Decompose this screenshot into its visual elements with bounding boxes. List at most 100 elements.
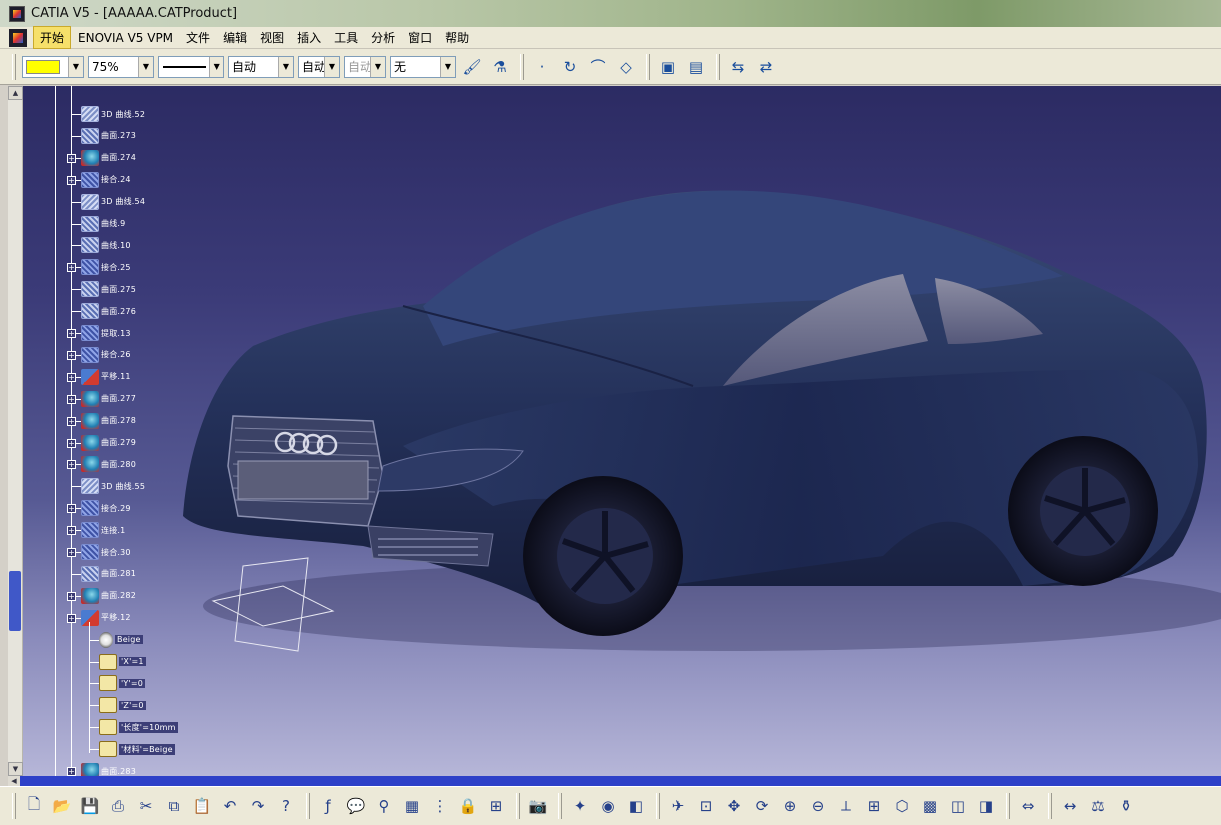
toolbar-grip[interactable]	[558, 793, 562, 819]
product-icon[interactable]: ▣	[656, 55, 680, 79]
save-icon[interactable]: 💾	[78, 794, 102, 818]
scroll-down-icon[interactable]: ▼	[8, 762, 23, 776]
scroll-up-icon[interactable]: ▲	[8, 86, 23, 100]
expand-icon[interactable]: +	[67, 416, 76, 426]
sphere-icon[interactable]: ◉	[596, 794, 620, 818]
zoom-out-icon[interactable]: ⊖	[806, 794, 830, 818]
pan-icon[interactable]: ✥	[722, 794, 746, 818]
toolbar-grip[interactable]	[306, 793, 310, 819]
chevron-down-icon[interactable]: ▼	[440, 56, 455, 77]
catia-menu-icon[interactable]	[9, 28, 27, 47]
toolbar-grip[interactable]	[520, 53, 524, 80]
tree-node[interactable]: 曲面.283	[81, 763, 136, 776]
normal-view-icon[interactable]: ⟂	[834, 794, 858, 818]
tree-node[interactable]: 提取.13	[81, 325, 131, 341]
rotate-icon[interactable]: ⟳	[750, 794, 774, 818]
painter-icon[interactable]: 🖌	[460, 55, 484, 79]
tree-node[interactable]: 曲面.275	[81, 281, 136, 298]
table-icon[interactable]: ▦	[400, 794, 424, 818]
scroll-thumb[interactable]	[9, 571, 21, 631]
tree-node[interactable]: 3D 曲线.54	[81, 193, 145, 210]
toolbar-grip[interactable]	[1048, 793, 1052, 819]
swap-space-icon[interactable]: ◨	[974, 794, 998, 818]
render-style-select[interactable]: 自动 ▼	[344, 55, 386, 78]
toolbar-grip[interactable]	[646, 53, 650, 80]
tree-node[interactable]: 曲面.276	[81, 303, 136, 320]
tree-node[interactable]: 接合.25	[81, 259, 131, 276]
tree-node[interactable]: 曲面.282	[81, 587, 136, 604]
tree-node[interactable]: 接合.30	[81, 544, 131, 560]
paste-icon[interactable]: 📋	[190, 794, 214, 818]
tree-child-node[interactable]: 'Y'=0	[99, 675, 146, 692]
arc-icon[interactable]: ⌒	[586, 55, 610, 79]
tree-node[interactable]: 曲面.280	[81, 456, 136, 473]
expand-icon[interactable]: +	[67, 438, 76, 448]
tree-node[interactable]: 曲面.278	[81, 412, 136, 429]
measure-icon[interactable]: ⇔	[1016, 794, 1040, 818]
menu-help[interactable]: 帮助	[439, 27, 475, 48]
line-type-select[interactable]: ▼	[158, 55, 224, 78]
tree-child-node[interactable]: 'Z'=0	[99, 697, 146, 714]
expand-icon[interactable]: +	[67, 613, 76, 623]
expand-icon[interactable]: +	[67, 460, 76, 470]
tree-node[interactable]: 3D 曲线.55	[81, 478, 145, 495]
expand-icon[interactable]: +	[67, 153, 76, 163]
expand-icon[interactable]: +	[67, 548, 76, 557]
swap-view-2-icon[interactable]: ⇄	[754, 55, 778, 79]
tree-node[interactable]: 曲面.279	[81, 434, 136, 451]
measure-between-icon[interactable]: ↔	[1058, 794, 1082, 818]
inertia-icon[interactable]: ⚱	[1114, 794, 1138, 818]
camera-icon[interactable]: 📷	[526, 794, 550, 818]
pin-icon[interactable]: ⚲	[372, 794, 396, 818]
expand-icon[interactable]: +	[67, 175, 76, 185]
tree-node[interactable]: 平移.11	[81, 368, 131, 385]
tree-child-node[interactable]: Beige	[99, 631, 143, 648]
eraser-icon[interactable]: ◇	[614, 55, 638, 79]
new-file-icon[interactable]: 🗋	[22, 794, 46, 818]
material-icon[interactable]: ⚗	[488, 55, 512, 79]
tree-child-node[interactable]: 'X'=1	[99, 653, 146, 670]
render-icon[interactable]: ✦	[568, 794, 592, 818]
menu-file[interactable]: 文件	[180, 27, 216, 48]
undo-icon[interactable]: ↶	[218, 794, 242, 818]
layer-select[interactable]: 无 ▼	[390, 55, 456, 78]
expand-icon[interactable]: +	[67, 504, 76, 514]
menu-start[interactable]: 开始	[33, 26, 72, 49]
menu-view[interactable]: 视图	[254, 27, 290, 48]
3d-viewport[interactable]: 3D 曲线.52 曲面.273 + 曲面.274 + 接合.24 3D 曲线.54 曲线.9 曲…	[23, 86, 1221, 776]
shading-icon[interactable]: ▩	[918, 794, 942, 818]
tree-child-node[interactable]: '长度'=10mm	[99, 719, 178, 736]
formula-icon[interactable]: ƒ	[316, 794, 340, 818]
part-icon[interactable]: ▤	[684, 55, 708, 79]
chevron-down-icon[interactable]: ▼	[370, 56, 385, 77]
toolbar-grip[interactable]	[12, 53, 16, 80]
tree-node[interactable]: 3D 曲线.52	[81, 106, 145, 122]
zoom-in-icon[interactable]: ⊕	[778, 794, 802, 818]
tree-node[interactable]: 曲面.274	[81, 149, 136, 166]
scroll-left-icon[interactable]: ◀	[8, 776, 20, 786]
cut-icon[interactable]: ✂	[134, 794, 158, 818]
curve-icon[interactable]: ↻	[558, 55, 582, 79]
redo-icon[interactable]: ↷	[246, 794, 270, 818]
chevron-down-icon[interactable]: ▼	[138, 56, 153, 77]
horizontal-scrollbar[interactable]: ◀	[8, 776, 1221, 786]
tree-node[interactable]: 接合.26	[81, 346, 131, 363]
chevron-down-icon[interactable]: ▼	[324, 56, 339, 77]
open-folder-icon[interactable]: 📂	[50, 794, 74, 818]
catalog-icon[interactable]: ◧	[624, 794, 648, 818]
expand-icon[interactable]: +	[67, 350, 76, 360]
measure-item-icon[interactable]: ⚖	[1086, 794, 1110, 818]
copy-icon[interactable]: ⧉	[162, 794, 186, 818]
expand-icon[interactable]: +	[67, 372, 76, 382]
toolbar-grip[interactable]	[656, 793, 660, 819]
point-icon[interactable]: ·	[530, 55, 554, 79]
expand-icon[interactable]: +	[67, 329, 76, 338]
parameters-icon[interactable]: ⊞	[484, 794, 508, 818]
fit-all-icon[interactable]: ⊡	[694, 794, 718, 818]
tree-node[interactable]: 接合.29	[81, 500, 131, 517]
toolbar-grip[interactable]	[516, 793, 520, 819]
expand-icon[interactable]: +	[67, 394, 76, 404]
multi-view-icon[interactable]: ⊞	[862, 794, 886, 818]
tree-icon[interactable]: ⋮	[428, 794, 452, 818]
point-style-select[interactable]: 自动 ▼	[298, 55, 340, 78]
